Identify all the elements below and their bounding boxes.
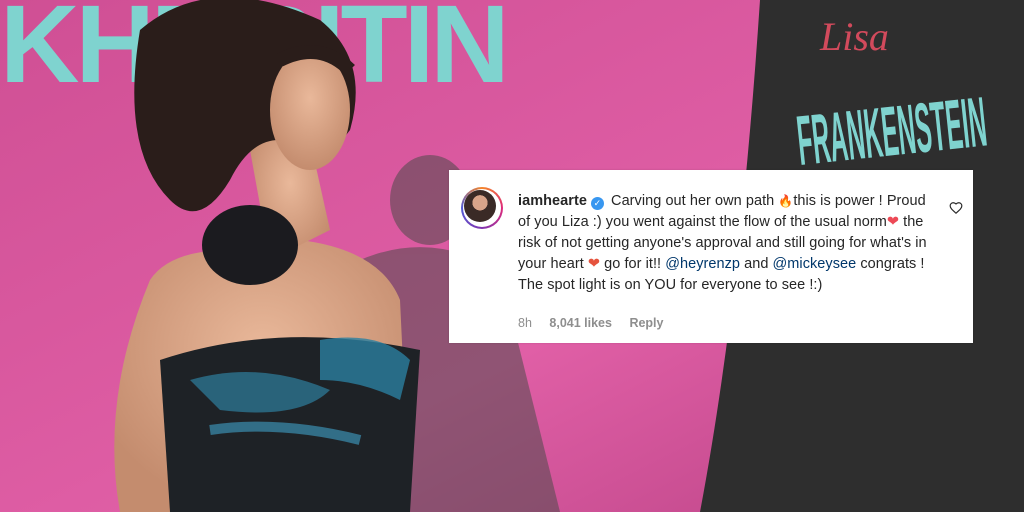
likes-count-link[interactable]: 8,041 likes — [549, 316, 612, 330]
mention-link[interactable]: @heyrenzp — [665, 256, 740, 272]
comment-text-part: Carving out her own path — [606, 193, 779, 209]
avatar-image — [464, 190, 496, 222]
comment-text-part: go for it!! — [600, 256, 666, 272]
red-heart-emoji-icon: ❤ — [886, 214, 900, 230]
avatar[interactable] — [461, 187, 503, 229]
reply-button[interactable]: Reply — [629, 316, 663, 330]
heart-icon[interactable] — [949, 201, 963, 215]
comment-time: 8h — [518, 316, 532, 330]
verified-badge-icon: ✓ — [590, 197, 604, 210]
sign-script: Lisa — [819, 14, 889, 59]
comment-text-part: and — [740, 256, 773, 272]
mention-link[interactable]: @mickeysee — [773, 256, 857, 272]
fire-emoji-icon: 🔥 — [778, 194, 794, 208]
comment-meta: 8h 8,041 likes Reply — [518, 316, 677, 330]
svg-text:Lisa: Lisa — [819, 14, 889, 59]
comment-body: iamhearte ✓ Carving out her own path 🔥thi… — [518, 191, 938, 296]
comment-username[interactable]: iamhearte — [518, 193, 587, 209]
instagram-comment-card: iamhearte ✓ Carving out her own path 🔥thi… — [449, 170, 973, 343]
heart-on-fire-emoji-icon: ❤ — [587, 256, 601, 272]
